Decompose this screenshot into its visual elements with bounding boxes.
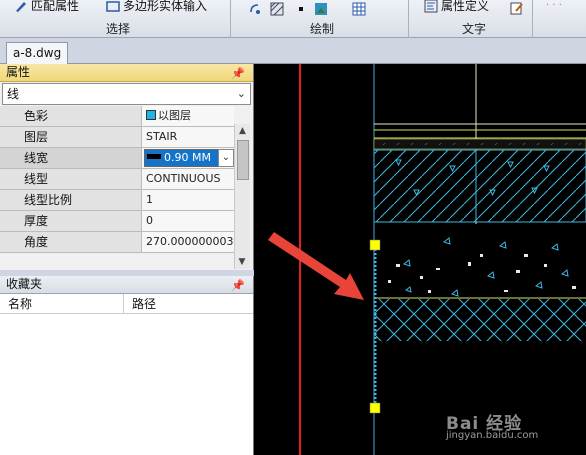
attribute-define-label: 属性定义 [441, 0, 490, 13]
sand-dots [378, 143, 584, 145]
property-label: 厚度 [0, 211, 142, 231]
more-tools-icon[interactable]: · · · [546, 0, 562, 11]
polygon-solid-label: 多边形实体输入 [123, 0, 208, 13]
favorites-title-bar: 收藏夹 📌 [0, 276, 253, 294]
properties-grid: 色彩 以图层 图层 STAIR 线宽 0.90 MM ⌄ 线型 CONTINUO… [0, 106, 234, 253]
group-draw-label: 绘制 [310, 22, 335, 36]
attribute-icon [424, 0, 438, 13]
lineweight-value: 0.90 MM [164, 151, 211, 164]
cad-drawing [268, 64, 586, 455]
property-value[interactable]: STAIR [142, 127, 234, 147]
pin-icon[interactable]: 📌 [231, 65, 245, 82]
soil-hatch [374, 299, 586, 341]
annotation-arrow [268, 232, 364, 300]
ribbon-separator [532, 0, 533, 38]
attribute-define-button[interactable]: 属性定义 [424, 0, 489, 14]
grip-top [369, 239, 381, 251]
watermark-url: jingyan.baidu.com [446, 430, 539, 441]
ribbon-separator [230, 0, 231, 38]
favorites-panel: 收藏夹 📌 名称 路径 [0, 276, 254, 455]
property-label: 线型 [0, 169, 142, 189]
properties-title-bar: 属性 📌 [0, 64, 253, 82]
tab-a-8-dwg[interactable]: a-8.dwg [6, 42, 68, 64]
chevron-down-icon[interactable]: ⌄ [218, 149, 234, 167]
match-properties-button[interactable]: 匹配属性 [14, 0, 79, 14]
group-text-label: 文字 [462, 22, 487, 36]
column-header-name[interactable]: 名称 [0, 294, 124, 313]
point-icon[interactable] [294, 2, 308, 16]
property-label: 角度 [0, 232, 142, 252]
property-row-layer[interactable]: 图层 STAIR [0, 127, 234, 148]
property-row-linetype[interactable]: 线型 CONTINUOUS [0, 169, 234, 190]
color-value: 以图层 [158, 109, 191, 122]
favorites-header: 名称 路径 [0, 294, 253, 314]
match-properties-label: 匹配属性 [31, 0, 80, 13]
scroll-down-icon[interactable]: ▼ [235, 255, 249, 269]
property-row-thickness[interactable]: 厚度 0 [0, 211, 234, 232]
properties-title: 属性 [6, 65, 31, 79]
property-value[interactable]: 0 [142, 211, 234, 231]
edit-text-icon[interactable] [510, 1, 524, 15]
property-value[interactable]: CONTINUOUS [142, 169, 234, 189]
gravel-specks [388, 254, 576, 293]
properties-panel: 属性 📌 线 ⌄ 色彩 以图层 图层 STAIR 线宽 0.90 MM ⌄ 线型… [0, 64, 254, 270]
favorites-title: 收藏夹 [6, 277, 43, 291]
document-tabs: a-8.dwg [0, 38, 586, 64]
brush-icon [14, 0, 28, 13]
object-type-select[interactable]: 线 ⌄ [2, 83, 251, 105]
property-row-angle[interactable]: 角度 270.000000003 [0, 232, 234, 253]
property-row-linetype-scale[interactable]: 线型比例 1 [0, 190, 234, 211]
concrete-hatch [373, 149, 586, 223]
properties-scrollbar[interactable]: ▲ ▼ [234, 124, 250, 269]
property-label: 线宽 [0, 148, 142, 168]
property-row-color[interactable]: 色彩 以图层 [0, 106, 234, 127]
property-label: 图层 [0, 127, 142, 147]
baidu-watermark: Bai 经验 jingyan.baidu.com [446, 409, 550, 441]
property-value[interactable]: 270.000000003 [142, 232, 234, 252]
property-row-lineweight[interactable]: 线宽 0.90 MM ⌄ [0, 148, 234, 169]
scroll-up-icon[interactable]: ▲ [235, 124, 250, 138]
polygon-icon [106, 0, 120, 13]
pin-icon[interactable]: 📌 [231, 277, 245, 294]
drawing-canvas[interactable]: Bai 经验 jingyan.baidu.com [254, 64, 586, 455]
object-type-value: 线 [7, 87, 20, 101]
scroll-thumb[interactable] [237, 140, 249, 180]
lineweight-select[interactable]: 0.90 MM ⌄ [142, 148, 234, 168]
table-icon[interactable] [352, 2, 366, 16]
rotate-icon[interactable] [248, 2, 262, 16]
property-label: 线型比例 [0, 190, 142, 210]
column-header-path[interactable]: 路径 [124, 294, 156, 313]
chevron-down-icon[interactable]: ⌄ [237, 84, 246, 104]
polygon-solid-button[interactable]: 多边形实体输入 [106, 0, 207, 14]
property-value[interactable]: 1 [142, 190, 234, 210]
ribbon-toolbar: 匹配属性 多边形实体输入 选择 绘制 属性定义 文字 · · · [0, 0, 586, 38]
grip-bottom [369, 402, 381, 414]
color-swatch-icon [146, 110, 156, 120]
image-icon[interactable] [314, 2, 328, 16]
property-value[interactable]: 以图层 [142, 106, 234, 126]
gravel-fill [402, 237, 569, 297]
property-label: 色彩 [0, 106, 142, 126]
group-select-label: 选择 [106, 22, 131, 36]
hatch-icon[interactable] [270, 2, 284, 16]
ribbon-separator [408, 0, 409, 38]
